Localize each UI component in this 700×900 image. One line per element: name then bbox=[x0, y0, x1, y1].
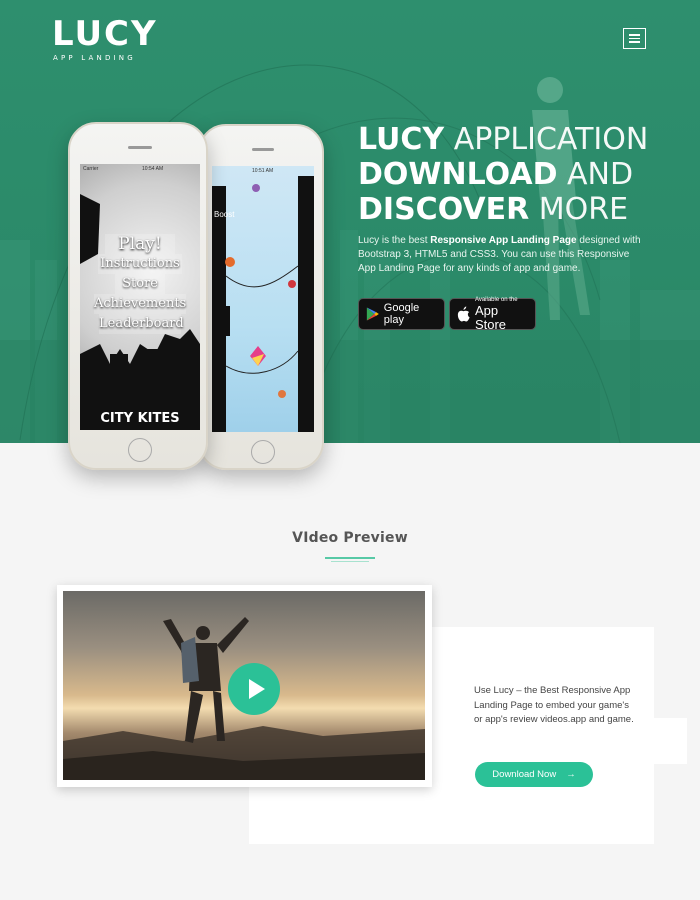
game-scene-kites bbox=[212, 176, 314, 432]
game-menu-instructions: Instructions bbox=[98, 254, 182, 274]
game-menu: Play! Instructions Store Achievements Le… bbox=[80, 234, 200, 334]
video-description: Use Lucy – the Best Responsive App Landi… bbox=[474, 685, 634, 725]
headline-thin-3: MORE bbox=[538, 192, 629, 227]
phone-back: 10:51 AM Boost bbox=[198, 124, 324, 470]
phone-front: Carrier 10:54 AM Play! Instructions Stor… bbox=[68, 122, 208, 470]
hero-description: Lucy is the best Responsive App Landing … bbox=[358, 235, 641, 274]
apple-icon bbox=[457, 306, 470, 322]
headline-thin-2: AND bbox=[567, 157, 634, 192]
play-icon[interactable] bbox=[228, 663, 280, 715]
headline-bold-1: LUCY bbox=[358, 122, 445, 157]
hamburger-icon bbox=[629, 34, 640, 36]
game-menu-store: Store bbox=[115, 274, 165, 294]
brand-logo[interactable]: LUCY APP LANDING bbox=[52, 14, 158, 62]
app-store-button[interactable]: Available on the App Store bbox=[449, 297, 536, 332]
boost-label: Boost bbox=[214, 210, 235, 219]
game-title: CITY KITES bbox=[100, 411, 180, 426]
title-underline-secondary bbox=[331, 561, 369, 562]
phone-front-screen: Carrier 10:54 AM Play! Instructions Stor… bbox=[80, 164, 200, 430]
video-player[interactable] bbox=[63, 591, 425, 780]
phone-mockups: 10:51 AM Boost Carrier 10:54 AM Play! In… bbox=[60, 120, 330, 480]
app-store-label: App Store bbox=[474, 302, 507, 332]
download-label: Download Now bbox=[492, 769, 557, 780]
game-menu-achievements: Achievements bbox=[94, 294, 186, 314]
download-now-button[interactable]: Download Now → bbox=[475, 762, 593, 787]
title-underline bbox=[325, 557, 375, 559]
info-card-notch bbox=[647, 718, 687, 764]
google-play-label: Google play bbox=[383, 302, 420, 326]
google-play-icon bbox=[366, 307, 379, 321]
video-preview-title: VIdeo Preview bbox=[292, 530, 408, 546]
google-play-button[interactable]: Google play bbox=[358, 298, 445, 330]
logo-wordmark: LUCY bbox=[52, 14, 158, 54]
headline-thin-1: APPLICATION bbox=[453, 122, 649, 157]
game-menu-leaderboard: Leaderboard bbox=[99, 314, 184, 334]
logo-tagline: APP LANDING bbox=[53, 54, 136, 62]
arrow-right-icon: → bbox=[566, 769, 576, 780]
video-frame bbox=[57, 585, 432, 787]
menu-toggle-button[interactable] bbox=[623, 28, 646, 49]
home-button bbox=[128, 438, 152, 462]
headline-bold-2: DOWNLOAD bbox=[358, 157, 558, 192]
headline-bold-3: DISCOVER bbox=[358, 192, 530, 227]
phone-back-screen: 10:51 AM Boost bbox=[212, 166, 314, 432]
home-button bbox=[251, 440, 275, 464]
game-menu-play: Play! bbox=[105, 234, 175, 254]
hero-headline: LUCY APPLICATION DOWNLOAD AND DISCOVER M… bbox=[358, 122, 678, 227]
